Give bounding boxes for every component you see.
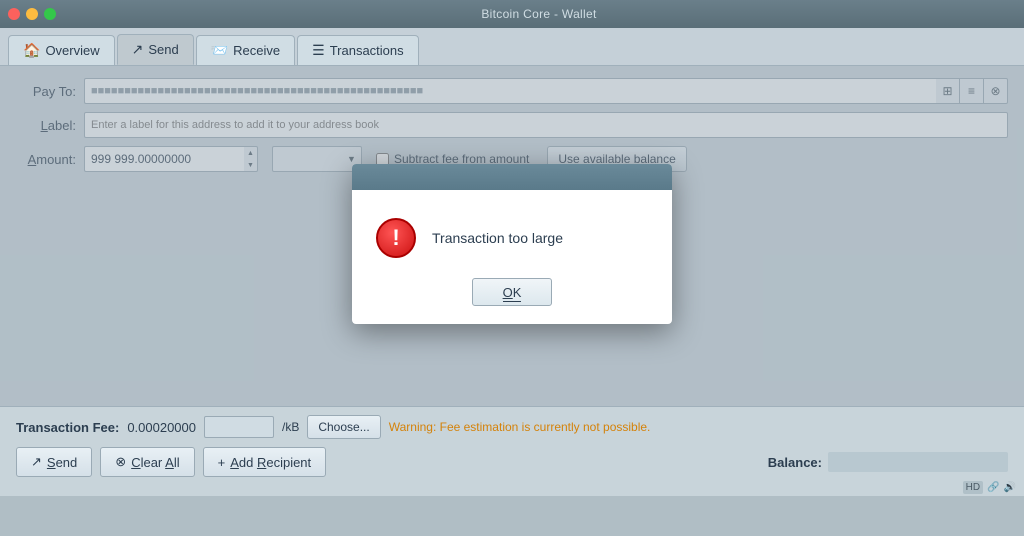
tab-receive-label: Receive (233, 43, 280, 58)
transactions-icon: ☰ (312, 42, 325, 59)
balance-label: Balance: (768, 455, 822, 470)
action-row: ↗ Send ⊗ Clear All + Add Recipient Balan… (16, 447, 1008, 477)
balance-value (828, 452, 1008, 472)
close-button[interactable] (8, 8, 20, 20)
error-dialog: ! Transaction too large OK (352, 164, 672, 324)
clear-all-button[interactable]: ⊗ Clear All (100, 447, 194, 477)
hd-badge: HD (963, 481, 983, 494)
tab-send-label: Send (148, 42, 178, 57)
bottom-section: Transaction Fee: 0.00020000 /kB Choose..… (0, 406, 1024, 496)
title-bar: Bitcoin Core - Wallet (0, 0, 1024, 28)
nav-bar: 🏠 Overview ↗ Send 📨 Receive ☰ Transactio… (0, 28, 1024, 66)
clear-icon: ⊗ (115, 454, 126, 470)
error-icon: ! (376, 218, 416, 258)
dialog-buttons: OK (352, 278, 672, 324)
overview-icon: 🏠 (23, 42, 40, 59)
dialog-body: ! Transaction too large (352, 190, 672, 278)
send-label: Send (47, 455, 77, 470)
main-content: Pay To: ⊞ ≡ ⊗ Label: Amount: ▲ ▼ ▼ (0, 66, 1024, 406)
clear-label: Clear All (131, 455, 179, 470)
receive-icon: 📨 (211, 42, 228, 59)
sync-icon: 🔊 (1004, 482, 1016, 493)
send-button[interactable]: ↗ Send (16, 447, 92, 477)
add-icon: + (218, 455, 226, 470)
tab-overview-label: Overview (45, 43, 99, 58)
fee-warning: Warning: Fee estimation is currently not… (389, 420, 651, 434)
choose-button[interactable]: Choose... (307, 415, 380, 439)
tab-transactions-label: Transactions (330, 43, 404, 58)
tab-send[interactable]: ↗ Send (117, 34, 194, 65)
dialog-title-bar (352, 164, 672, 190)
fee-unit: /kB (282, 420, 299, 434)
add-recipient-button[interactable]: + Add Recipient (203, 447, 327, 477)
maximize-button[interactable] (44, 8, 56, 20)
send-icon: ↗ (132, 41, 144, 58)
tab-receive[interactable]: 📨 Receive (196, 35, 295, 65)
network-icon: 🔗 (987, 482, 999, 493)
add-recipient-label: Add Recipient (230, 455, 311, 470)
fee-rate-input[interactable] (204, 416, 274, 438)
balance-section: Balance: (768, 452, 1008, 472)
minimize-button[interactable] (26, 8, 38, 20)
fee-value: 0.00020000 (127, 420, 196, 435)
status-bar: HD 🔗 🔊 (955, 478, 1024, 496)
fee-row: Transaction Fee: 0.00020000 /kB Choose..… (16, 415, 1008, 439)
send-icon: ↗ (31, 454, 42, 470)
fee-label: Transaction Fee: (16, 420, 119, 435)
ok-button[interactable]: OK (472, 278, 552, 306)
tab-transactions[interactable]: ☰ Transactions (297, 35, 419, 65)
dialog-message: Transaction too large (432, 230, 563, 246)
tab-overview[interactable]: 🏠 Overview (8, 35, 115, 65)
window-title: Bitcoin Core - Wallet (62, 7, 1016, 21)
